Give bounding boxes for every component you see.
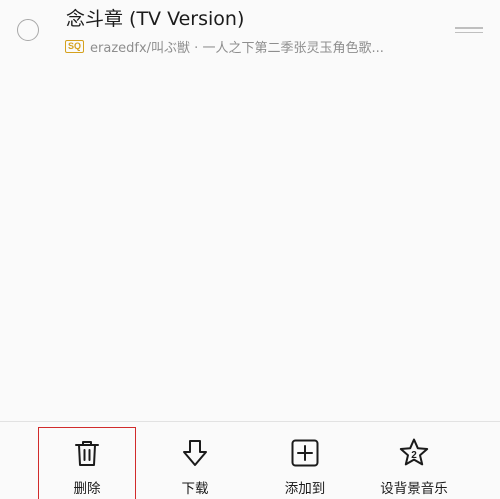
svg-text:2: 2 bbox=[411, 450, 417, 461]
star-2-icon: 2 bbox=[398, 437, 430, 469]
delete-button[interactable]: 删除 bbox=[38, 427, 136, 499]
sq-quality-badge: SQ bbox=[65, 39, 85, 53]
delete-label: 删除 bbox=[73, 481, 101, 497]
download-arrow-icon bbox=[179, 437, 211, 469]
set-background-music-button[interactable]: 2 设背景音乐 bbox=[365, 422, 463, 499]
add-square-icon bbox=[289, 437, 321, 469]
bottom-action-bar: 删除 下载 添加到 2 设背景音乐 bbox=[0, 421, 500, 499]
drag-handle-icon[interactable] bbox=[455, 27, 483, 37]
set-background-music-label: 设背景音乐 bbox=[380, 481, 448, 497]
trash-icon bbox=[71, 437, 103, 469]
download-button[interactable]: 下载 bbox=[146, 422, 244, 499]
song-edit-screen: 念斗章 (TV Version) SQ erazedfx/叫ぶ獣 · 一人之下第… bbox=[0, 0, 500, 499]
download-label: 下载 bbox=[181, 481, 209, 497]
song-artist-album: erazedfx/叫ぶ獣 · 一人之下第二季张灵玉角色歌... bbox=[90, 40, 384, 56]
song-title: 念斗章 (TV Version) bbox=[66, 8, 245, 30]
song-meta: SQ erazedfx/叫ぶ獣 · 一人之下第二季张灵玉角色歌... bbox=[65, 37, 384, 56]
song-list-item[interactable]: 念斗章 (TV Version) SQ erazedfx/叫ぶ獣 · 一人之下第… bbox=[0, 0, 500, 62]
add-to-label: 添加到 bbox=[284, 481, 326, 497]
add-to-button[interactable]: 添加到 bbox=[256, 422, 354, 499]
select-checkbox[interactable] bbox=[17, 19, 39, 41]
